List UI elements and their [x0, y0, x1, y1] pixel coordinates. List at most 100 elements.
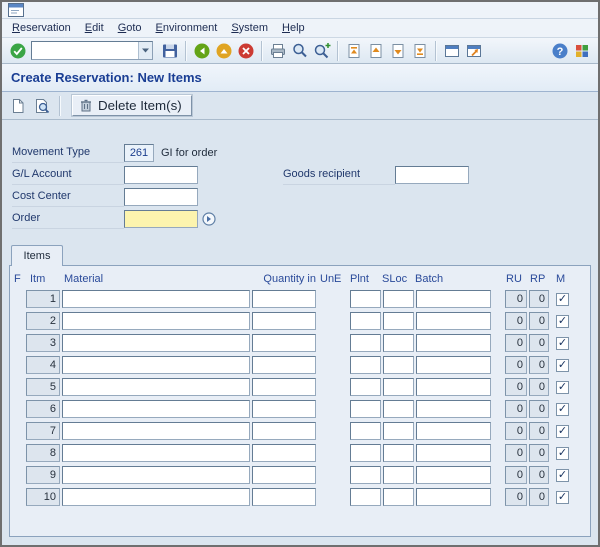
batch-input[interactable]: [416, 400, 491, 418]
menu-help[interactable]: Help: [275, 20, 312, 36]
batch-input[interactable]: [416, 488, 491, 506]
quantity-input[interactable]: [252, 444, 316, 462]
storage-location-input[interactable]: [383, 378, 414, 396]
plant-input[interactable]: [350, 400, 381, 418]
page-up-icon[interactable]: [365, 40, 387, 62]
batch-input[interactable]: [416, 378, 491, 396]
quantity-input[interactable]: [252, 422, 316, 440]
storage-location-input[interactable]: [383, 488, 414, 506]
quantity-input[interactable]: [252, 356, 316, 374]
m-checkbox[interactable]: ✓: [556, 402, 569, 416]
storage-location-input[interactable]: [383, 422, 414, 440]
item-number-cell[interactable]: 6: [26, 400, 60, 418]
quantity-input[interactable]: [252, 400, 316, 418]
storage-location-input[interactable]: [383, 312, 414, 330]
material-input[interactable]: [62, 312, 250, 330]
plant-input[interactable]: [350, 290, 381, 308]
menu-reservation[interactable]: Reservation: [5, 20, 78, 36]
movement-type-field[interactable]: 261: [124, 144, 154, 162]
command-field-dropdown-icon[interactable]: [138, 42, 152, 59]
m-checkbox[interactable]: ✓: [556, 314, 569, 328]
menu-environment[interactable]: Environment: [149, 20, 225, 36]
item-number-cell[interactable]: 3: [26, 334, 60, 352]
quantity-input[interactable]: [252, 312, 316, 330]
command-field[interactable]: [32, 43, 138, 58]
batch-input[interactable]: [416, 334, 491, 352]
material-input[interactable]: [62, 422, 250, 440]
plant-input[interactable]: [350, 422, 381, 440]
quantity-input[interactable]: [252, 488, 316, 506]
print-icon[interactable]: [267, 40, 289, 62]
quantity-input[interactable]: [252, 466, 316, 484]
menu-edit[interactable]: Edit: [78, 20, 111, 36]
page-down-icon[interactable]: [387, 40, 409, 62]
order-f4-help-icon[interactable]: [200, 210, 218, 228]
m-checkbox[interactable]: ✓: [556, 336, 569, 350]
find-icon[interactable]: [289, 40, 311, 62]
material-input[interactable]: [62, 444, 250, 462]
item-number-cell[interactable]: 9: [26, 466, 60, 484]
item-number-cell[interactable]: 10: [26, 488, 60, 506]
quantity-input[interactable]: [252, 290, 316, 308]
exit-icon[interactable]: [213, 40, 235, 62]
first-page-icon[interactable]: [343, 40, 365, 62]
back-icon[interactable]: [191, 40, 213, 62]
item-number-cell[interactable]: 4: [26, 356, 60, 374]
batch-input[interactable]: [416, 466, 491, 484]
item-number-cell[interactable]: 2: [26, 312, 60, 330]
plant-input[interactable]: [350, 444, 381, 462]
plant-input[interactable]: [350, 312, 381, 330]
item-number-cell[interactable]: 8: [26, 444, 60, 462]
plant-input[interactable]: [350, 466, 381, 484]
generate-shortcut-icon[interactable]: [463, 40, 485, 62]
menu-system[interactable]: System: [224, 20, 275, 36]
material-input[interactable]: [62, 400, 250, 418]
menu-goto[interactable]: Goto: [111, 20, 149, 36]
storage-location-input[interactable]: [383, 400, 414, 418]
item-number-cell[interactable]: 5: [26, 378, 60, 396]
m-checkbox[interactable]: ✓: [556, 292, 569, 306]
plant-input[interactable]: [350, 356, 381, 374]
overview-icon[interactable]: [31, 95, 53, 117]
material-input[interactable]: [62, 488, 250, 506]
cancel-icon[interactable]: [235, 40, 257, 62]
m-checkbox[interactable]: ✓: [556, 380, 569, 394]
quantity-input[interactable]: [252, 378, 316, 396]
save-icon[interactable]: [159, 40, 181, 62]
m-checkbox[interactable]: ✓: [556, 358, 569, 372]
batch-input[interactable]: [416, 312, 491, 330]
last-page-icon[interactable]: [409, 40, 431, 62]
m-checkbox[interactable]: ✓: [556, 446, 569, 460]
item-number-cell[interactable]: 7: [26, 422, 60, 440]
enter-icon[interactable]: [7, 40, 29, 62]
m-checkbox[interactable]: ✓: [556, 468, 569, 482]
storage-location-input[interactable]: [383, 444, 414, 462]
m-checkbox[interactable]: ✓: [556, 424, 569, 438]
help-icon[interactable]: ?: [549, 40, 571, 62]
batch-input[interactable]: [416, 444, 491, 462]
material-input[interactable]: [62, 378, 250, 396]
delete-items-button[interactable]: Delete Item(s): [72, 95, 192, 116]
new-item-icon[interactable]: [7, 95, 29, 117]
find-next-icon[interactable]: [311, 40, 333, 62]
storage-location-input[interactable]: [383, 356, 414, 374]
order-field[interactable]: [124, 210, 198, 228]
quantity-input[interactable]: [252, 334, 316, 352]
batch-input[interactable]: [416, 356, 491, 374]
plant-input[interactable]: [350, 488, 381, 506]
cost-center-field[interactable]: [124, 188, 198, 206]
customize-layout-icon[interactable]: [571, 40, 593, 62]
storage-location-input[interactable]: [383, 290, 414, 308]
gl-account-field[interactable]: [124, 166, 198, 184]
item-number-cell[interactable]: 1: [26, 290, 60, 308]
tab-items[interactable]: Items: [11, 245, 63, 266]
new-session-icon[interactable]: [441, 40, 463, 62]
sap-screen-icon[interactable]: [8, 3, 24, 17]
storage-location-input[interactable]: [383, 334, 414, 352]
material-input[interactable]: [62, 466, 250, 484]
batch-input[interactable]: [416, 422, 491, 440]
material-input[interactable]: [62, 290, 250, 308]
material-input[interactable]: [62, 356, 250, 374]
material-input[interactable]: [62, 334, 250, 352]
plant-input[interactable]: [350, 334, 381, 352]
